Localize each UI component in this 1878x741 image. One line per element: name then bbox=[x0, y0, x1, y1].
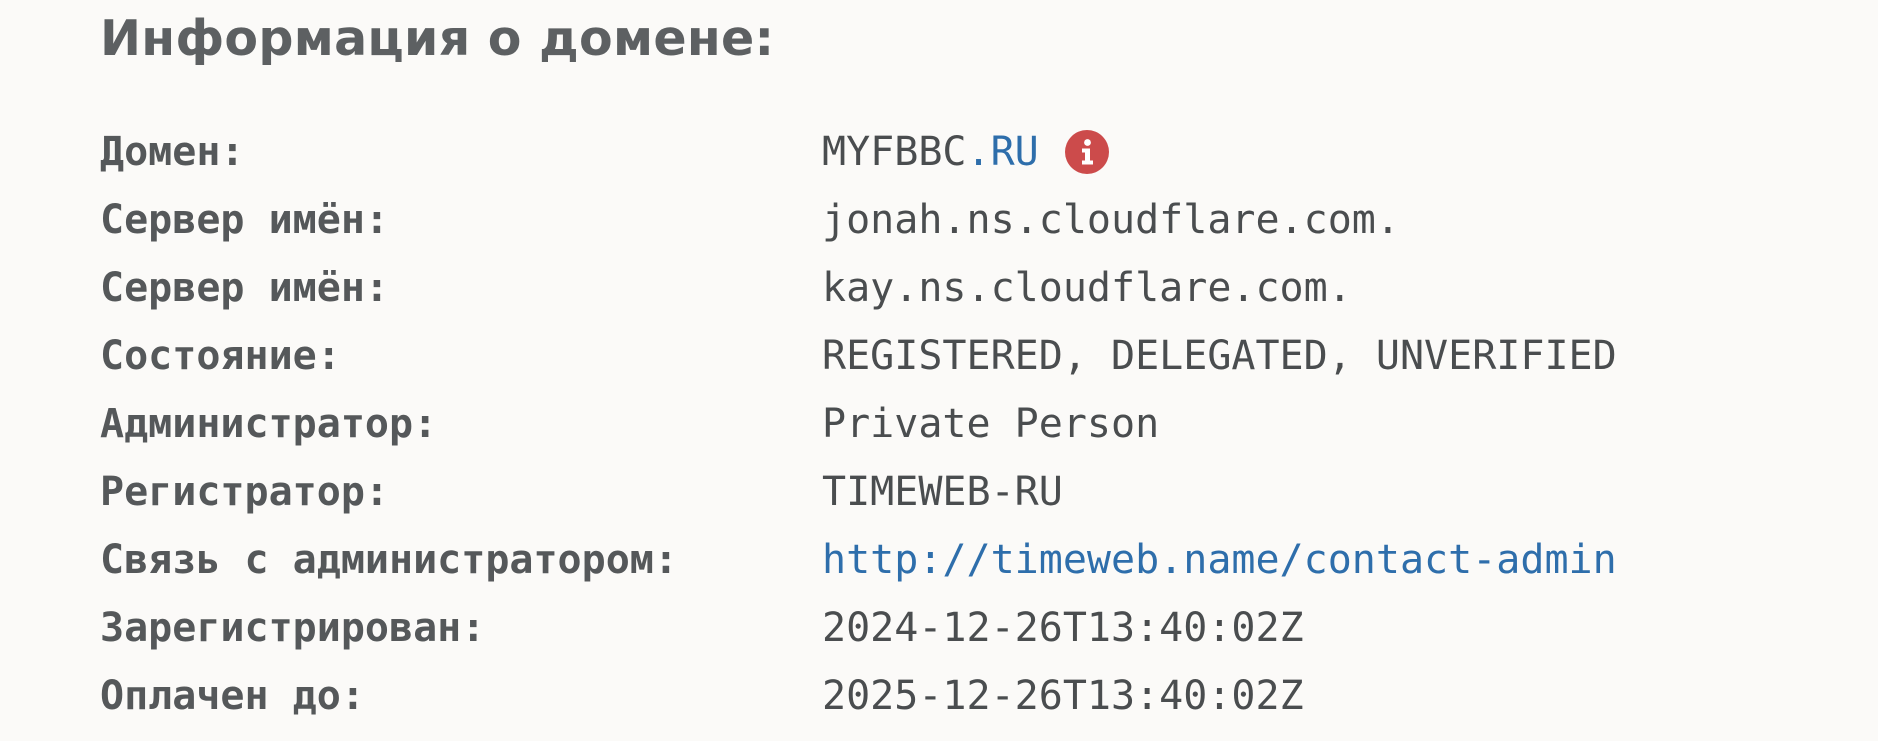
admin-contact-link[interactable]: http://timeweb.name/contact-admin bbox=[822, 526, 1617, 594]
nameserver-label: Сервер имён: bbox=[100, 197, 389, 243]
row-created: Зарегистрирован: 2024-12-26T13:40:02Z bbox=[100, 594, 1617, 662]
paid-till-label: Оплачен до: bbox=[100, 673, 365, 719]
row-paid-till: Оплачен до: 2025-12-26T13:40:02Z bbox=[100, 662, 1617, 730]
nameserver-label: Сервер имён: bbox=[100, 265, 389, 311]
created-label: Зарегистрирован: bbox=[100, 605, 486, 651]
state-label: Состояние: bbox=[100, 333, 341, 379]
paid-till-value: 2025-12-26T13:40:02Z bbox=[822, 673, 1304, 719]
nameserver-value: jonah.ns.cloudflare.com. bbox=[822, 197, 1400, 243]
admin-value: Private Person bbox=[822, 401, 1160, 447]
row-admin: Администратор: Private Person bbox=[100, 390, 1617, 458]
nameserver-value: kay.ns.cloudflare.com. bbox=[822, 265, 1352, 311]
domain-name: MYFBBC bbox=[822, 129, 967, 175]
row-domain: Домен: MYFBBC .RU bbox=[100, 118, 1617, 186]
row-state: Состояние: REGISTERED, DELEGATED, UNVERI… bbox=[100, 322, 1617, 390]
domain-value: MYFBBC .RU bbox=[822, 118, 1109, 186]
domain-label: Домен: bbox=[100, 129, 245, 175]
row-nameserver-1: Сервер имён: jonah.ns.cloudflare.com. bbox=[100, 186, 1617, 254]
page-title: Информация о домене: bbox=[100, 10, 775, 67]
row-registrar: Регистратор: TIMEWEB-RU bbox=[100, 458, 1617, 526]
domain-tld: .RU bbox=[966, 129, 1039, 175]
registrar-label: Регистратор: bbox=[100, 469, 389, 515]
row-admin-contact: Связь с администратором: http://timeweb.… bbox=[100, 526, 1617, 594]
domain-info-table: Домен: MYFBBC .RU Сервер имён: jonah.ns.c… bbox=[100, 118, 1617, 730]
created-value: 2024-12-26T13:40:02Z bbox=[822, 605, 1304, 651]
registrar-value: TIMEWEB-RU bbox=[822, 469, 1063, 515]
info-circle-icon[interactable] bbox=[1064, 130, 1109, 174]
admin-contact-label: Связь с администратором: bbox=[100, 537, 678, 583]
admin-label: Администратор: bbox=[100, 401, 438, 447]
row-nameserver-2: Сервер имён: kay.ns.cloudflare.com. bbox=[100, 254, 1617, 322]
state-value: REGISTERED, DELEGATED, UNVERIFIED bbox=[822, 333, 1617, 379]
